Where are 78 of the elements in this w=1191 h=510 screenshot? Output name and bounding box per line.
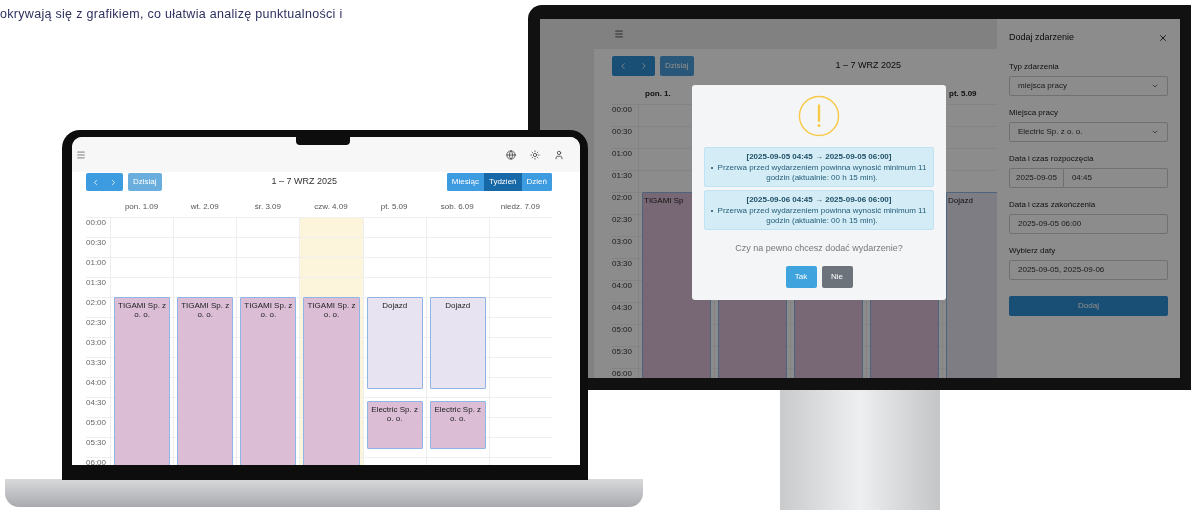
- intro-paragraph: okrywają się z grafikiem, co ułatwia analizę punktualności i: [0, 6, 343, 23]
- day-header: pon. 1.09: [124, 201, 159, 213]
- time-label: 03:00: [612, 237, 634, 247]
- day-header: śr. 3.09: [254, 201, 281, 213]
- field-value: miejsca pracy: [1018, 79, 1067, 92]
- day-header: pon. 1.: [645, 88, 671, 100]
- event-block[interactable]: TIGAMI Sp. z o. o.: [303, 297, 360, 465]
- event-block[interactable]: TIGAMI Sp. z o. o.: [177, 297, 234, 465]
- time-label: 05:00: [612, 325, 634, 335]
- dialog-button[interactable]: Tak: [785, 265, 817, 288]
- event-block[interactable]: Electric Sp. z o. o.: [366, 401, 423, 449]
- time-label: 05:30: [612, 347, 634, 357]
- event-block[interactable]: TIGAMI Sp. z o. o.: [114, 297, 171, 465]
- close-icon[interactable]: [1158, 32, 1168, 43]
- select-field[interactable]: miejsca pracy: [1009, 75, 1168, 96]
- day-header: wt. 2.09: [190, 201, 219, 213]
- time-label: 01:00: [612, 149, 634, 159]
- event-block[interactable]: Electric Sp. z o. o.: [429, 401, 486, 449]
- event-block[interactable]: Dojazd: [429, 297, 486, 389]
- time-label: 06:00: [612, 369, 634, 378]
- globe-icon[interactable]: [506, 149, 516, 160]
- field-label: Miejsca pracy: [1009, 106, 1059, 119]
- time-label: 04:30: [86, 398, 108, 408]
- time-label: 04:30: [612, 303, 634, 313]
- date-field[interactable]: 2025-09-05: [1009, 167, 1064, 188]
- time-label: 01:00: [86, 258, 108, 268]
- field-label: Data i czas zakończenia: [1009, 198, 1097, 211]
- time-label: 00:00: [86, 218, 108, 228]
- view-tab[interactable]: Tydzień: [483, 173, 522, 191]
- menu-icon[interactable]: [76, 149, 86, 160]
- day-header: pt. 5.09: [949, 88, 977, 100]
- date-range-title: 1 – 7 WRZ 2025: [835, 59, 902, 73]
- time-label: 00:30: [86, 238, 108, 248]
- time-label: 04:00: [86, 378, 108, 388]
- alert-title: [2025-09-06 04:45 → 2025-09-06 06:00]: [746, 194, 892, 206]
- date-range-title: 1 – 7 WRZ 2025: [271, 175, 337, 189]
- time-label: 06:00: [86, 458, 108, 465]
- alert-message: Przerwa przed wydarzeniem powinna wynosić minimum 11 godzin (aktualnie: 00 h 15 min).: [717, 206, 927, 226]
- event-block[interactable]: Dojazd: [366, 297, 423, 389]
- panel-title: Dodaj zdarzenie: [1009, 31, 1075, 44]
- time-label: 00:00: [612, 105, 634, 115]
- input-field[interactable]: 2025-09-05 06:00: [1009, 213, 1168, 234]
- input-field[interactable]: 2025-09-05, 2025-09-06: [1009, 259, 1168, 280]
- select-field[interactable]: Electric Sp. z o. o.: [1009, 121, 1168, 142]
- time-label: 03:30: [612, 259, 634, 269]
- time-label: 03:00: [86, 338, 108, 348]
- time-label: 01:30: [86, 278, 108, 288]
- dialog-button[interactable]: Nie: [821, 265, 853, 288]
- time-label: 05:00: [86, 418, 108, 428]
- alert-message: Przerwa przed wydarzeniem powinna wynosić minimum 11 godzin (aktualnie: 00 h 15 min).: [717, 163, 927, 183]
- day-header: niedz. 7.09: [500, 201, 540, 213]
- time-label: 02:30: [612, 215, 634, 225]
- warning-icon: [798, 95, 840, 137]
- alert-title: [2025-09-05 04:45 → 2025-09-05 06:00]: [746, 151, 892, 163]
- event-block[interactable]: Dojazd: [946, 192, 997, 378]
- add-button[interactable]: Dodaj: [1009, 295, 1168, 316]
- field-label: Typ zdarzenia: [1009, 60, 1060, 73]
- field-label: Wybierz daty: [1009, 244, 1057, 257]
- sun-icon[interactable]: [530, 149, 540, 160]
- time-label: 05:30: [86, 438, 108, 448]
- user-icon[interactable]: [554, 149, 564, 160]
- time-label: 02:30: [86, 318, 108, 328]
- time-label: 02:00: [86, 298, 108, 308]
- day-header: pt. 5.09: [380, 201, 408, 213]
- time-field[interactable]: 04:45: [1063, 167, 1168, 188]
- camera-notch: [296, 135, 350, 145]
- time-label: 01:30: [612, 171, 634, 181]
- dialog-question: Czy na pewno chcesz dodać wydarzenie?: [735, 242, 903, 255]
- time-label: 03:30: [86, 358, 108, 368]
- field-value: Electric Sp. z o. o.: [1018, 125, 1083, 138]
- time-label: 04:00: [612, 281, 634, 291]
- field-label: Data i czas rozpoczęcia: [1009, 152, 1095, 165]
- time-label: 00:30: [612, 127, 634, 137]
- menu-icon[interactable]: [614, 29, 624, 39]
- day-header: sob. 6.09: [440, 201, 474, 213]
- event-block[interactable]: TIGAMI Sp. z o. o.: [240, 297, 297, 465]
- day-header: czw. 4.09: [314, 201, 348, 213]
- time-label: 02:00: [612, 193, 634, 203]
